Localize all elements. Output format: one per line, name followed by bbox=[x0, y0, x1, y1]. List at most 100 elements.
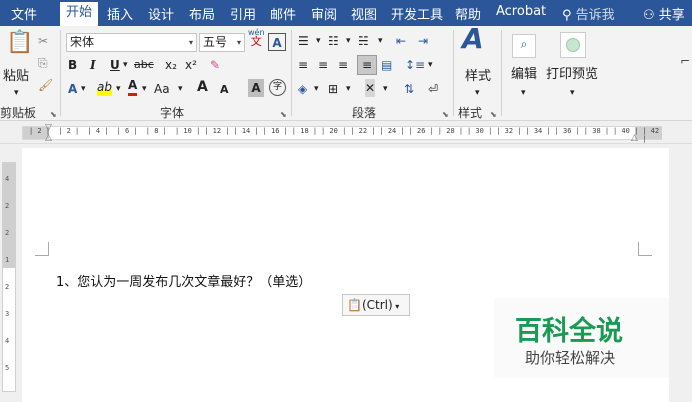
character-border-button[interactable]: A bbox=[268, 33, 286, 51]
tab-layout[interactable]: 布局 bbox=[189, 4, 215, 23]
font-size-select[interactable]: 五号 ▾ bbox=[199, 33, 245, 52]
chevron-down-icon[interactable]: ▾ bbox=[378, 32, 383, 50]
borders-icon[interactable]: ⊞ bbox=[328, 80, 338, 98]
tab-file[interactable]: 文件 bbox=[11, 4, 37, 23]
styles-launcher-icon[interactable]: ⬊ bbox=[490, 110, 497, 119]
font-color-button[interactable]: A bbox=[128, 78, 138, 96]
search-icon[interactable]: ⌕ bbox=[512, 34, 536, 58]
character-shading-button[interactable]: A bbox=[248, 79, 264, 97]
chevron-down-icon[interactable]: ▾ bbox=[81, 80, 86, 98]
tab-developer[interactable]: 开发工具 bbox=[391, 4, 443, 23]
font-name-select[interactable]: 宋体 ▾ bbox=[66, 33, 197, 52]
multilevel-list-icon[interactable]: ☵ bbox=[358, 32, 369, 50]
tab-design[interactable]: 设计 bbox=[148, 4, 174, 23]
tab-home[interactable]: 开始 bbox=[60, 2, 98, 26]
document-text[interactable]: 1、您认为一周发布几次文章最好？（单选） bbox=[56, 271, 311, 290]
share-button[interactable]: ⚇ 共享 bbox=[643, 4, 685, 23]
highlight-button[interactable]: ab bbox=[97, 78, 112, 96]
tab-insert[interactable]: 插入 bbox=[107, 4, 133, 23]
chevron-down-icon[interactable]: ▾ bbox=[178, 80, 183, 98]
paste-options-button[interactable]: 📋(Ctrl) ▾ bbox=[342, 294, 410, 316]
clipboard-launcher-icon[interactable]: ⬊ bbox=[50, 110, 57, 119]
show-marks-icon[interactable]: ⏎ bbox=[428, 80, 438, 98]
styles-icon[interactable]: A bbox=[462, 25, 484, 53]
text-effects-button[interactable]: A bbox=[68, 80, 77, 98]
ruler-number: | 22 | bbox=[350, 127, 376, 135]
change-case-button[interactable]: Aa bbox=[154, 80, 170, 98]
bold-button[interactable]: B bbox=[68, 56, 77, 74]
align-center-icon[interactable]: ≡ bbox=[318, 56, 328, 74]
chevron-down-icon[interactable]: ▾ bbox=[116, 80, 121, 98]
subscript-button[interactable]: x₂ bbox=[165, 56, 177, 74]
copy-icon[interactable]: ⎘ bbox=[38, 54, 48, 72]
clear-formatting-icon[interactable]: ✎ bbox=[210, 56, 220, 74]
chevron-down-icon[interactable]: ▾ bbox=[314, 80, 319, 98]
ruler-number: | 42 | bbox=[642, 127, 660, 143]
sort-icon[interactable]: ⇅ bbox=[404, 80, 414, 98]
grow-font-button[interactable]: A bbox=[197, 78, 208, 96]
ruler-number: | 34 | bbox=[525, 127, 551, 135]
tell-me-search[interactable]: ⚲ 告诉我 bbox=[562, 4, 615, 23]
editing-button[interactable]: 编辑 bbox=[511, 66, 537, 84]
chevron-down-icon[interactable]: ▾ bbox=[142, 80, 147, 98]
ruler-number: | 30 | bbox=[467, 127, 493, 135]
shrink-font-button[interactable]: A bbox=[220, 81, 229, 99]
font-size-value: 五号 bbox=[203, 35, 228, 49]
cut-icon[interactable]: ✂ bbox=[38, 32, 48, 50]
numbering-icon[interactable]: ☷ bbox=[328, 32, 339, 50]
enclose-characters-button[interactable]: 字 bbox=[269, 79, 286, 96]
first-line-indent-marker[interactable]: ▽ bbox=[45, 123, 52, 133]
vertical-scrollbar[interactable] bbox=[676, 148, 692, 402]
divider bbox=[291, 30, 292, 116]
paragraph-launcher-icon[interactable]: ⬊ bbox=[442, 110, 449, 119]
bullets-icon[interactable]: ☰ bbox=[298, 32, 309, 50]
styles-group-label: 样式 bbox=[458, 106, 483, 120]
superscript-button[interactable]: x² bbox=[185, 56, 197, 74]
increase-indent-icon[interactable]: ⇥ bbox=[418, 32, 428, 50]
ruler-number: | 10 | bbox=[175, 127, 201, 135]
tab-acrobat[interactable]: Acrobat bbox=[496, 4, 546, 19]
distributed-icon[interactable]: ▤ bbox=[381, 56, 392, 74]
font-launcher-icon[interactable]: ⬊ bbox=[280, 110, 287, 119]
document-page[interactable]: 1、您认为一周发布几次文章最好？（单选） 📋(Ctrl) ▾ 百科全说 助你轻松… bbox=[22, 148, 669, 402]
tab-references[interactable]: 引用 bbox=[230, 4, 256, 23]
tab-help[interactable]: 帮助 bbox=[455, 4, 481, 23]
decrease-indent-icon[interactable]: ⇤ bbox=[396, 32, 406, 50]
strikethrough-button[interactable]: abc bbox=[134, 56, 154, 74]
italic-button[interactable]: I bbox=[90, 56, 96, 74]
right-indent-marker[interactable]: △ bbox=[631, 133, 638, 143]
align-right-icon[interactable]: ≡ bbox=[338, 56, 348, 74]
paste-clipboard-icon[interactable]: 📋 bbox=[6, 32, 33, 64]
align-left-icon[interactable]: ≡ bbox=[298, 56, 308, 74]
mouse-cursor-icon: ⌐ bbox=[680, 54, 691, 68]
chevron-down-icon[interactable]: ▾ bbox=[383, 80, 388, 98]
tab-mailings[interactable]: 邮件 bbox=[270, 4, 296, 23]
vruler-number: 5 bbox=[5, 364, 10, 372]
tab-review[interactable]: 审阅 bbox=[311, 4, 337, 23]
print-preview-icon[interactable] bbox=[560, 32, 586, 58]
chevron-down-icon[interactable]: ▾ bbox=[475, 84, 480, 102]
underline-button[interactable]: U bbox=[110, 56, 120, 74]
chevron-down-icon[interactable]: ▾ bbox=[346, 32, 351, 50]
print-preview-button[interactable]: 打印预览 bbox=[546, 66, 598, 84]
chevron-down-icon[interactable]: ▾ bbox=[428, 56, 433, 74]
tell-me-label: 告诉我 bbox=[575, 8, 615, 23]
chevron-down-icon[interactable]: ▾ bbox=[570, 84, 575, 102]
chevron-down-icon[interactable]: ▾ bbox=[316, 32, 321, 50]
phonetic-bottom: 文 bbox=[250, 35, 262, 48]
margin-corner-mark bbox=[35, 242, 49, 256]
shading-icon[interactable]: ◈ bbox=[298, 80, 307, 98]
chevron-down-icon[interactable]: ▾ bbox=[521, 84, 526, 102]
ruler-number: | 18 | bbox=[291, 127, 318, 135]
chevron-down-icon[interactable]: ▾ bbox=[123, 56, 128, 74]
ruler-number: | 38 | bbox=[583, 127, 610, 135]
hanging-indent-marker[interactable]: △ bbox=[45, 133, 52, 143]
paste-dropdown-icon[interactable]: ▾ bbox=[14, 84, 19, 102]
line-spacing-icon[interactable]: ↕≡ bbox=[405, 56, 425, 74]
format-painter-icon[interactable]: 🖌 bbox=[38, 76, 53, 94]
justify-icon[interactable]: ≡ bbox=[357, 55, 377, 75]
chevron-down-icon[interactable]: ▾ bbox=[346, 80, 351, 98]
chinese-layout-icon[interactable]: ✕ bbox=[365, 79, 376, 97]
tab-view[interactable]: 视图 bbox=[351, 4, 377, 23]
phonetic-guide-button[interactable]: wén 文 bbox=[248, 28, 265, 47]
